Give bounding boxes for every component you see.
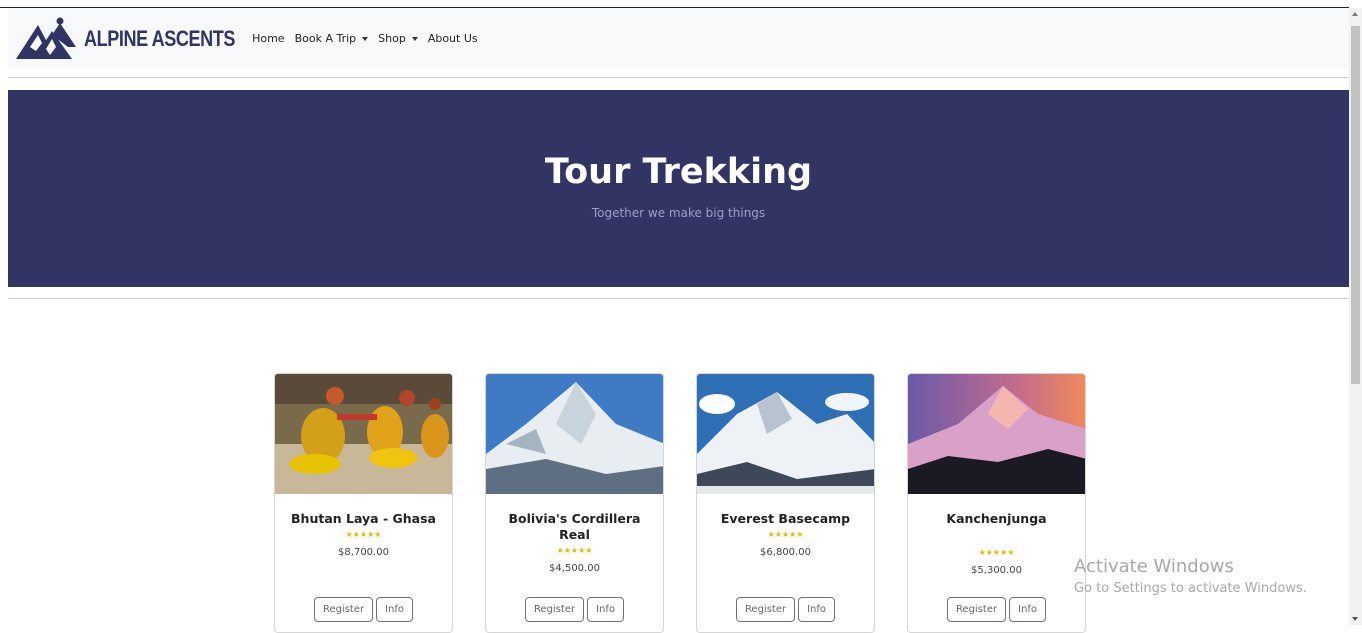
nav-link-label: Book A Trip [294, 32, 357, 45]
nav-link-label: Shop [378, 32, 406, 45]
trip-image-cordillera [486, 374, 663, 494]
register-button[interactable]: Register [524, 597, 585, 622]
trip-image-kanchenjunga [908, 374, 1085, 494]
trip-price: $5,300.00 [971, 565, 1022, 576]
register-button[interactable]: Register [946, 597, 1007, 622]
rating-stars: ★★★★★ [767, 530, 804, 539]
hero-subtitle: Together we make big things [591, 206, 766, 220]
nav-link-about-us[interactable]: About Us [428, 32, 478, 45]
trip-title: Bolivia's Cordillera Real [508, 511, 641, 542]
trip-title: Kanchenjunga [946, 511, 1047, 526]
info-button[interactable]: Info [798, 597, 836, 622]
brand-name: ALPINE ASCENTS [84, 25, 235, 51]
trip-card: Bolivia's Cordillera Real ★★★★★ $4,500.0… [485, 373, 664, 633]
trip-card: Bhutan Laya - Ghasa ★★★★★ $8,700.00 Regi… [274, 373, 453, 633]
rating-stars: ★★★★★ [978, 548, 1015, 557]
info-button[interactable]: Info [587, 597, 625, 622]
brand-link[interactable]: ALPINE ASCENTS [16, 17, 268, 61]
trip-title: Bhutan Laya - Ghasa [291, 511, 436, 526]
mountain-logo-icon [16, 17, 76, 59]
divider [8, 77, 1349, 78]
trip-price: $8,700.00 [338, 547, 389, 558]
nav-link-label: About Us [427, 32, 478, 45]
windows-activation-watermark: Activate Windows Go to Settings to activ… [1074, 556, 1307, 596]
hero-banner: Tour Trekking Together we make big thing… [8, 90, 1349, 287]
scrollbar-thumb[interactable] [1351, 26, 1360, 384]
caret-down-icon [362, 36, 369, 41]
watermark-title: Activate Windows [1074, 556, 1234, 577]
trip-title: Everest Basecamp [720, 511, 851, 526]
register-button[interactable]: Register [313, 597, 374, 622]
nav-link-label: Home [252, 32, 285, 45]
nav-link-book-a-trip[interactable]: Book A Trip [295, 32, 369, 45]
rating-stars: ★★★★★ [556, 546, 593, 555]
trip-image-bhutan-dancers [275, 374, 452, 494]
register-button[interactable]: Register [735, 597, 796, 622]
trip-price: $6,800.00 [760, 547, 811, 558]
trip-image-everest [697, 374, 874, 494]
watermark-subtitle: Go to Settings to activate Windows. [1074, 581, 1307, 596]
caret-down-icon [411, 36, 418, 41]
rating-stars: ★★★★★ [345, 530, 382, 539]
trip-price: $4,500.00 [549, 563, 600, 574]
divider [8, 298, 1349, 299]
nav-links: Home Book A Trip Shop About Us [252, 32, 488, 45]
trip-card: Kanchenjunga ★★★★★ $5,300.00 Register In… [907, 373, 1086, 633]
hero-title: Tour Trekking [544, 152, 813, 192]
navbar: ALPINE ASCENTS Home Book A Trip Shop Abo… [8, 8, 1349, 69]
scroll-up-arrow-icon[interactable] [1352, 12, 1358, 16]
trip-card: Everest Basecamp ★★★★★ $6,800.00 Registe… [696, 373, 875, 633]
nav-link-home[interactable]: Home [252, 32, 284, 45]
info-button[interactable]: Info [1009, 597, 1047, 622]
vertical-scrollbar[interactable] [1349, 8, 1362, 625]
nav-link-shop[interactable]: Shop [378, 32, 418, 45]
scroll-down-arrow-icon[interactable] [1352, 617, 1358, 621]
info-button[interactable]: Info [376, 597, 414, 622]
